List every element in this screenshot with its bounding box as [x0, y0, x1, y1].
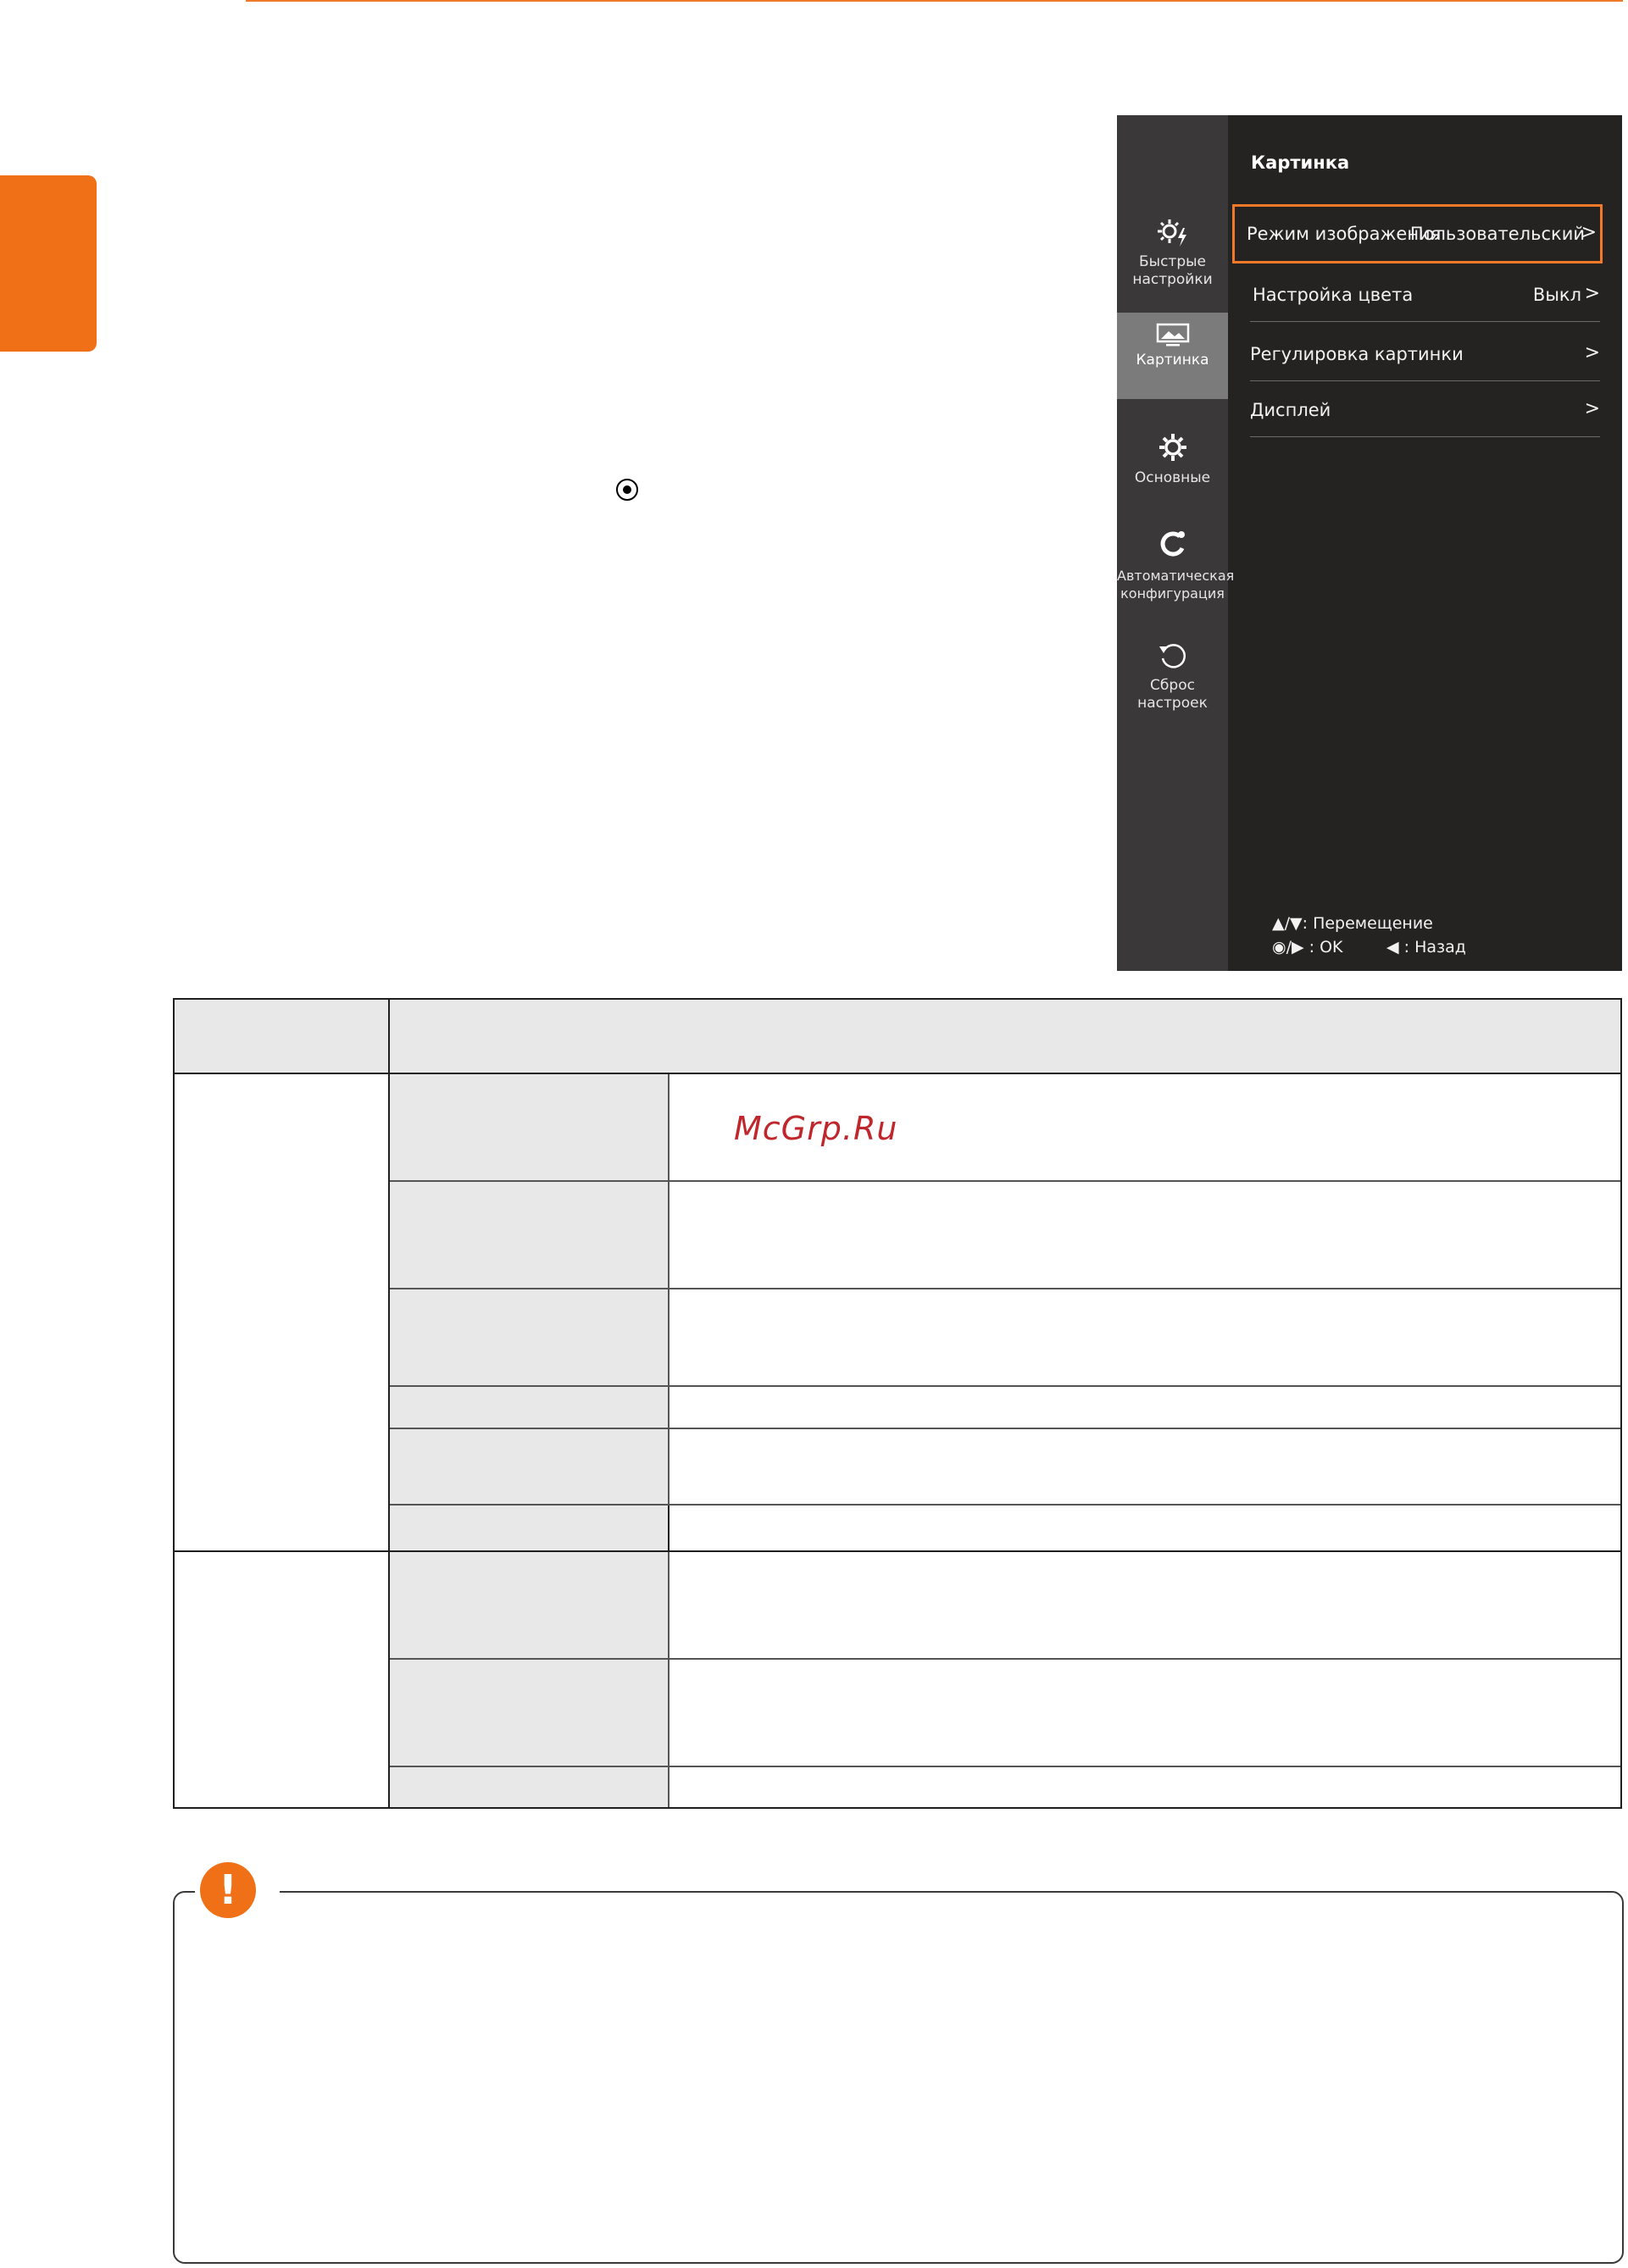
- osd-menu: Быстрые настройки Картинка Основные Авто…: [1117, 115, 1622, 971]
- osd-sidebar: Быстрые настройки Картинка Основные Авто…: [1117, 115, 1235, 971]
- sidebar-label: Сброс: [1150, 677, 1195, 694]
- osd-item-display[interactable]: Дисплей >: [1250, 383, 1600, 437]
- table-row: [390, 1767, 670, 1807]
- osd-item-label: Дисплей: [1250, 400, 1331, 420]
- auto-config-icon: [1160, 531, 1185, 557]
- sidebar-label: Автоматическая: [1117, 568, 1235, 584]
- sidebar-item-general[interactable]: Основные: [1117, 429, 1228, 513]
- table-header: [175, 1000, 1620, 1074]
- table-row: [670, 1660, 1620, 1767]
- osd-item-value: Выкл: [1532, 285, 1581, 305]
- sidebar-label: Быстрые: [1138, 253, 1206, 270]
- table-row: [670, 1767, 1620, 1807]
- chevron-right-icon: >: [1581, 222, 1597, 243]
- watermark: McGrp.Ru: [734, 1110, 898, 1147]
- table-row: [390, 1182, 670, 1289]
- ok-button-icon: [616, 479, 638, 501]
- hint-ok: ◉/▶ : OK: [1272, 938, 1343, 957]
- chapter-tab: [0, 175, 97, 352]
- table-row: [670, 1506, 1620, 1552]
- sidebar-label: Картинка: [1136, 352, 1209, 369]
- table-row: [390, 1552, 670, 1660]
- quick-settings-icon: [1157, 219, 1186, 247]
- osd-item-color-setting[interactable]: Настройка цвета Выкл >: [1250, 268, 1600, 322]
- caution-header-line: [280, 1891, 542, 1893]
- hint-move: ▲/▼: Перемещение: [1272, 914, 1433, 933]
- table-row: [390, 1074, 670, 1182]
- chevron-right-icon: >: [1584, 283, 1600, 304]
- osd-title: Картинка: [1251, 152, 1350, 173]
- table-row: [390, 1289, 670, 1387]
- table-row: [670, 1429, 1620, 1506]
- top-rule: [246, 0, 1623, 2]
- osd-item-label: Настройка цвета: [1253, 285, 1414, 305]
- osd-item-picture-adjust[interactable]: Регулировка картинки >: [1250, 327, 1600, 381]
- hint-back: ◀ : Назад: [1386, 938, 1466, 957]
- sidebar-label: конфигурация: [1120, 585, 1225, 602]
- sidebar-item-auto-config[interactable]: Автоматическая конфигурация: [1117, 526, 1235, 619]
- sidebar-item-picture[interactable]: Картинка: [1117, 313, 1228, 399]
- table-row: [390, 1429, 670, 1506]
- sidebar-label: настройки: [1132, 271, 1213, 288]
- table-row: [670, 1552, 1620, 1660]
- table-row: [670, 1289, 1620, 1387]
- sidebar-item-reset[interactable]: Сброс настроек: [1117, 636, 1228, 721]
- gear-icon: [1158, 434, 1186, 461]
- chevron-right-icon: >: [1584, 398, 1600, 419]
- table-divider: [175, 1550, 388, 1552]
- table-row: [390, 1387, 670, 1429]
- table-row: [670, 1182, 1620, 1289]
- sidebar-item-quick-settings[interactable]: Быстрые настройки: [1117, 213, 1228, 302]
- caution-box: [173, 1891, 1624, 2264]
- osd-item-label: Регулировка картинки: [1250, 344, 1464, 364]
- osd-item-picture-mode[interactable]: Режим изображения Пользовательский >: [1232, 204, 1603, 263]
- table-row: [670, 1387, 1620, 1429]
- sidebar-label: Основные: [1134, 469, 1211, 486]
- osd-item-value: Пользовательский: [1409, 224, 1585, 244]
- picture-icon: [1156, 323, 1189, 347]
- table-row: [390, 1506, 670, 1552]
- table-row: [390, 1660, 670, 1767]
- sidebar-label: настроек: [1137, 695, 1208, 712]
- warning-icon: !: [200, 1862, 256, 1918]
- chevron-right-icon: >: [1584, 342, 1600, 363]
- reset-icon: [1158, 644, 1186, 668]
